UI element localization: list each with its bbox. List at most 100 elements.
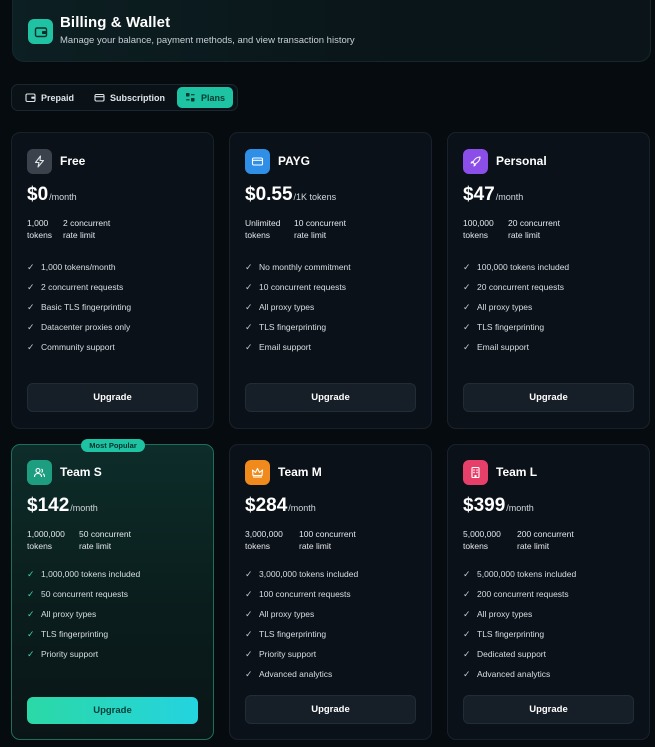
list-item: ✓ Email support bbox=[245, 341, 311, 353]
plan-rate-limit: 20 concurrent rate limit bbox=[508, 218, 560, 240]
plan-rate-limit: 100 concurrent rate limit bbox=[299, 529, 356, 551]
plan-card-team-m: Team M $284/month 3,000,000 tokens 100 co… bbox=[229, 444, 432, 740]
upgrade-button[interactable]: Upgrade bbox=[245, 695, 416, 724]
plan-price: $0.55/1K tokens bbox=[245, 184, 337, 205]
upgrade-button[interactable]: Upgrade bbox=[463, 383, 634, 412]
tab-subscription[interactable]: Subscription bbox=[86, 87, 173, 108]
plan-price: $47/month bbox=[463, 184, 524, 205]
list-item: ✓ Basic TLS fingerprinting bbox=[27, 301, 132, 313]
upgrade-button[interactable]: Upgrade bbox=[27, 383, 198, 412]
rocket-icon bbox=[463, 149, 488, 174]
check-icon: ✓ bbox=[245, 301, 253, 312]
check-icon: ✓ bbox=[463, 648, 471, 659]
feature-list: ✓ No monthly commitment ✓ 10 concurrent re… bbox=[245, 257, 351, 357]
check-icon: ✓ bbox=[27, 588, 35, 599]
check-icon: ✓ bbox=[27, 341, 35, 352]
list-item: ✓ All proxy types bbox=[245, 608, 315, 620]
check-icon: ✓ bbox=[245, 648, 253, 659]
check-icon: ✓ bbox=[463, 301, 471, 312]
plan-name: Team M bbox=[278, 465, 322, 479]
plan-rate-limit: 50 concurrent rate limit bbox=[79, 529, 131, 551]
plan-card-free: Free $0/month 1,000 tokens 2 concurrent ra… bbox=[11, 132, 214, 429]
list-item: ✓ All proxy types bbox=[463, 608, 533, 620]
page-header: Billing & Wallet Manage your balance, pa… bbox=[12, 0, 651, 62]
plan-name: Team L bbox=[496, 465, 538, 479]
list-item: ✓ 10 concurrent requests bbox=[245, 281, 346, 293]
check-icon: ✓ bbox=[463, 668, 471, 679]
plan-price: $0/month bbox=[27, 184, 77, 205]
check-icon: ✓ bbox=[245, 668, 253, 679]
upgrade-button[interactable]: Upgrade bbox=[27, 697, 198, 724]
list-item: ✓ TLS fingerprinting bbox=[245, 321, 327, 333]
building-icon bbox=[463, 460, 488, 485]
credit-card-icon bbox=[245, 149, 270, 174]
check-icon: ✓ bbox=[463, 321, 471, 332]
check-icon: ✓ bbox=[27, 608, 35, 619]
feature-list: ✓ 100,000 tokens included ✓ 20 concurrent … bbox=[463, 257, 569, 357]
card-icon bbox=[94, 93, 105, 102]
plan-price: $284/month bbox=[245, 495, 316, 516]
list-item: ✓ Advanced analytics bbox=[245, 668, 333, 680]
wallet-icon bbox=[28, 19, 53, 44]
check-icon: ✓ bbox=[245, 341, 253, 352]
check-icon: ✓ bbox=[245, 588, 253, 599]
feature-list: ✓ 5,000,000 tokens included ✓ 200 concurre… bbox=[463, 564, 576, 684]
feature-list: ✓ 3,000,000 tokens included ✓ 100 concurre… bbox=[245, 564, 358, 684]
check-icon: ✓ bbox=[463, 341, 471, 352]
plan-card-team-s: Most Popular Team S $142/month 1,000,000… bbox=[11, 439, 214, 740]
check-icon: ✓ bbox=[27, 301, 35, 312]
list-item: ✓ All proxy types bbox=[463, 301, 533, 313]
list-item: ✓ 100 concurrent requests bbox=[245, 588, 351, 600]
feature-list: ✓ 1,000,000 tokens included ✓ 50 concurren… bbox=[27, 564, 140, 664]
tab-label: Subscription bbox=[110, 92, 166, 103]
tab-label: Prepaid bbox=[41, 92, 75, 103]
plan-card-team-l: Team L $399/month 5,000,000 tokens 200 co… bbox=[447, 444, 650, 740]
check-icon: ✓ bbox=[27, 281, 35, 292]
check-icon: ✓ bbox=[245, 321, 253, 332]
check-icon: ✓ bbox=[27, 261, 35, 272]
list-item: ✓ 20 concurrent requests bbox=[463, 281, 564, 293]
list-item: ✓ TLS fingerprinting bbox=[463, 628, 545, 640]
list-item: ✓ 1,000,000 tokens included bbox=[27, 568, 141, 580]
plan-price: $399/month bbox=[463, 495, 534, 516]
tab-prepaid[interactable]: Prepaid bbox=[17, 87, 82, 108]
plan-name: Team S bbox=[60, 465, 102, 479]
list-item: ✓ TLS fingerprinting bbox=[463, 321, 545, 333]
plan-name: Free bbox=[60, 154, 86, 168]
list-item: ✓ Priority support bbox=[27, 648, 99, 660]
check-icon: ✓ bbox=[463, 628, 471, 639]
plan-rate-limit: 2 concurrent rate limit bbox=[63, 218, 111, 240]
bolt-icon bbox=[27, 149, 52, 174]
upgrade-button[interactable]: Upgrade bbox=[463, 695, 634, 724]
tab-plans[interactable]: Plans bbox=[177, 87, 234, 108]
check-icon: ✓ bbox=[463, 588, 471, 599]
check-icon: ✓ bbox=[463, 281, 471, 292]
list-item: ✓ 5,000,000 tokens included bbox=[463, 568, 577, 580]
list-item: ✓ 1,000 tokens/month bbox=[27, 261, 116, 273]
list-item: ✓ Datacenter proxies only bbox=[27, 321, 131, 333]
upgrade-button[interactable]: Upgrade bbox=[245, 383, 416, 412]
list-item: ✓ TLS fingerprinting bbox=[245, 628, 327, 640]
list-item: ✓ 50 concurrent requests bbox=[27, 588, 128, 600]
list-item: ✓ 200 concurrent requests bbox=[463, 588, 569, 600]
plan-card-payg: PAYG $0.55/1K tokens Unlimited tokens 10 … bbox=[229, 132, 432, 429]
check-icon: ✓ bbox=[245, 628, 253, 639]
wallet-icon bbox=[25, 93, 36, 103]
plan-name: PAYG bbox=[278, 154, 311, 168]
list-item: ✓ Dedicated support bbox=[463, 648, 546, 660]
plan-card-personal: Personal $47/month 100,000 tokens 20 conc… bbox=[447, 132, 650, 429]
page-title: Billing & Wallet bbox=[60, 14, 171, 31]
check-icon: ✓ bbox=[27, 321, 35, 332]
list-item: ✓ 2 concurrent requests bbox=[27, 281, 124, 293]
check-icon: ✓ bbox=[463, 608, 471, 619]
most-popular-badge: Most Popular bbox=[81, 439, 145, 452]
check-icon: ✓ bbox=[245, 608, 253, 619]
list-item: ✓ Email support bbox=[463, 341, 529, 353]
plan-price: $142/month bbox=[27, 495, 98, 516]
check-icon: ✓ bbox=[463, 568, 471, 579]
users-icon bbox=[27, 460, 52, 485]
page-subtitle: Manage your balance, payment methods, an… bbox=[60, 35, 355, 46]
plans-icon bbox=[186, 93, 195, 102]
feature-list: ✓ 1,000 tokens/month ✓ 2 concurrent reques… bbox=[27, 257, 131, 357]
plan-rate-limit: 10 concurrent rate limit bbox=[294, 218, 346, 240]
